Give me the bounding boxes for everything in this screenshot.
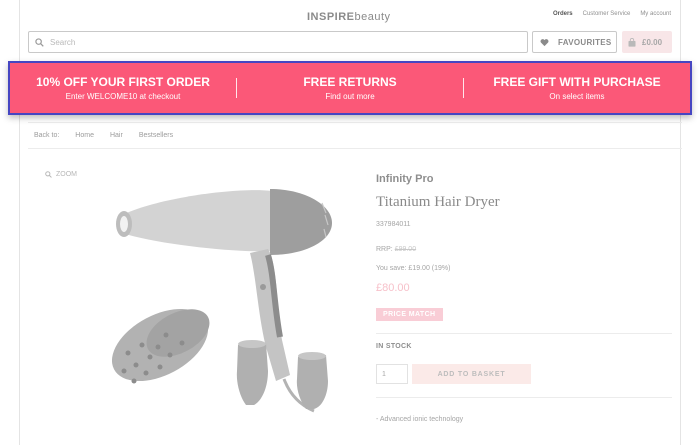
- customer-service-link[interactable]: Customer Service: [583, 11, 631, 17]
- product-feature: - Advanced ionic technology: [376, 416, 464, 423]
- stock-status: IN STOCK: [376, 343, 412, 350]
- promo-free-gift[interactable]: FREE GIFT WITH PURCHASE On select items: [464, 75, 690, 101]
- zoom-button[interactable]: ZOOM: [45, 171, 77, 178]
- promo-title: FREE GIFT WITH PURCHASE: [493, 75, 661, 89]
- search-icon: [45, 171, 52, 178]
- shopping-bag-icon: [628, 37, 636, 47]
- logo-light-text: beauty: [354, 11, 391, 23]
- promo-title: FREE RETURNS: [303, 75, 397, 89]
- store-logo[interactable]: INSPIREbeauty: [307, 11, 391, 23]
- breadcrumb-prefix: Back to:: [34, 132, 60, 139]
- product-brand[interactable]: Infinity Pro: [376, 173, 433, 185]
- breadcrumb: Back to: Home Hair Bestsellers: [28, 122, 682, 149]
- promo-subtitle: Enter WELCOME10 at checkout: [65, 92, 181, 101]
- favourites-label: FAVOURITES: [558, 37, 612, 47]
- quantity-input[interactable]: 1: [376, 364, 408, 384]
- basket-button[interactable]: £0.00: [622, 31, 672, 53]
- promo-subtitle: On select items: [549, 92, 605, 101]
- breadcrumb-item-bestsellers[interactable]: Bestsellers: [139, 132, 173, 139]
- favourites-button[interactable]: FAVOURITES: [532, 31, 617, 53]
- promo-first-order[interactable]: 10% OFF YOUR FIRST ORDER Enter WELCOME10…: [10, 75, 236, 101]
- rrp-value: £99.00: [394, 246, 417, 253]
- logo-bold-text: INSPIRE: [307, 11, 355, 23]
- divider: [376, 333, 672, 334]
- rrp-label: RRP:: [376, 246, 393, 253]
- zoom-label: ZOOM: [56, 171, 77, 178]
- product-saving: You save: £19.00 (19%): [376, 265, 451, 272]
- price-match-badge[interactable]: PRICE MATCH: [376, 308, 443, 321]
- basket-total: £0.00: [642, 37, 663, 47]
- add-to-basket-button[interactable]: ADD TO BASKET: [412, 364, 531, 384]
- product-image[interactable]: [100, 175, 345, 415]
- divider: [376, 397, 672, 398]
- product-title: Titanium Hair Dryer: [376, 194, 500, 210]
- product-price: £80.00: [376, 282, 410, 294]
- promo-banner: 10% OFF YOUR FIRST ORDER Enter WELCOME10…: [8, 61, 692, 115]
- heart-icon: [540, 38, 549, 46]
- search-icon: [35, 37, 44, 47]
- breadcrumb-item-home[interactable]: Home: [75, 132, 94, 139]
- orders-link[interactable]: Orders: [553, 11, 573, 17]
- search-bar[interactable]: [28, 31, 528, 53]
- promo-subtitle: Find out more: [325, 92, 375, 101]
- product-rrp: RRP: £99.00: [376, 246, 416, 253]
- breadcrumb-item-hair[interactable]: Hair: [110, 132, 123, 139]
- promo-free-returns[interactable]: FREE RETURNS Find out more: [237, 75, 463, 101]
- product-sku: 337984011: [376, 221, 411, 228]
- my-account-link[interactable]: My account: [640, 11, 671, 17]
- promo-title: 10% OFF YOUR FIRST ORDER: [36, 75, 210, 89]
- search-input[interactable]: [50, 37, 490, 47]
- page: INSPIREbeauty Orders Customer Service My…: [0, 0, 700, 445]
- top-links: Orders Customer Service My account: [553, 11, 671, 17]
